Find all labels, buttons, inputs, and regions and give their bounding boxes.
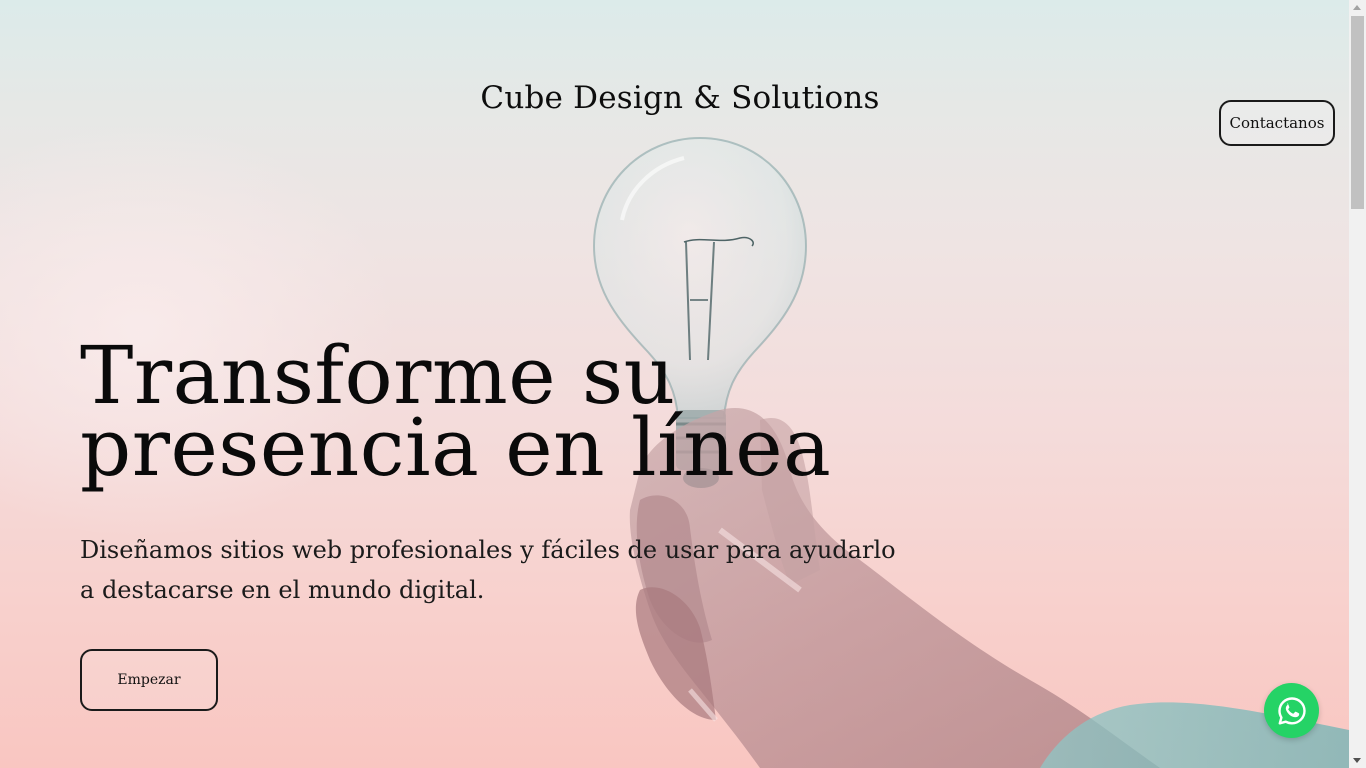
headline-line-2: presencia en línea <box>80 401 832 494</box>
start-button[interactable]: Empezar <box>80 649 218 711</box>
site-title[interactable]: Cube Design & Solutions <box>0 80 1360 116</box>
scroll-down-arrow-icon[interactable] <box>1353 758 1361 763</box>
hero-subtext: Diseñamos sitios web profesionales y fác… <box>80 536 896 604</box>
page-scrollbar[interactable] <box>1349 0 1366 768</box>
scrollbar-thumb[interactable] <box>1351 16 1364 209</box>
hero-headline: Transforme su presencia en línea <box>80 336 832 494</box>
scroll-up-arrow-icon[interactable] <box>1353 5 1361 10</box>
whatsapp-icon <box>1277 696 1306 724</box>
contact-button[interactable]: Contactanos <box>1219 100 1335 146</box>
whatsapp-button[interactable] <box>1264 683 1319 738</box>
